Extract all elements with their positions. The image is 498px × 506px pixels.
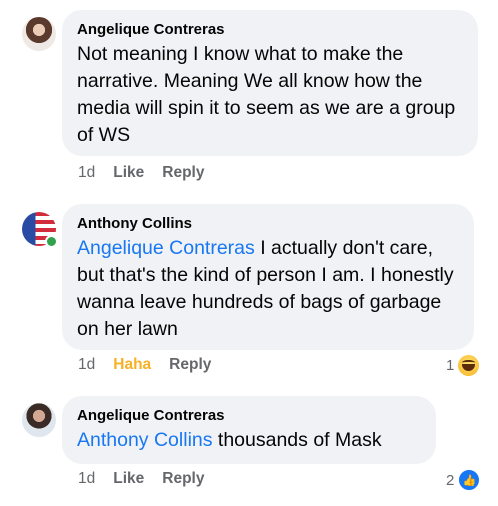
comment-text: Not meaning I know what to make the narr… <box>77 43 456 146</box>
comment-bubble: Anthony Collins Angelique Contreras I ac… <box>62 204 474 350</box>
reply-button[interactable]: Reply <box>162 164 204 182</box>
reaction-count: 2 <box>446 471 455 489</box>
avatar[interactable] <box>22 17 56 51</box>
comment-text: Anthony Collins thousands of Mask <box>77 427 422 454</box>
avatar[interactable] <box>22 403 56 437</box>
comment-author[interactable]: Angelique Contreras <box>77 20 464 40</box>
reply-button[interactable]: Reply <box>162 470 204 488</box>
comment-actions: 1d Like Reply <box>78 470 204 488</box>
comment-actions: 1d Like Reply <box>78 164 204 182</box>
reaction-summary[interactable]: 2 👍 <box>446 469 481 491</box>
comment-timestamp[interactable]: 1d <box>78 356 95 374</box>
mention-link[interactable]: Anthony Collins <box>77 429 213 451</box>
online-status-icon <box>45 235 58 248</box>
comment-body: thousands of Mask <box>212 429 382 451</box>
reply-button[interactable]: Reply <box>169 356 211 374</box>
mention-link[interactable]: Angelique Contreras <box>77 237 255 259</box>
like-thumb-icon: 👍 <box>458 469 481 491</box>
comment-author[interactable]: Anthony Collins <box>77 214 460 234</box>
comment-author[interactable]: Angelique Contreras <box>77 406 422 426</box>
comment-actions: 1d Haha Reply <box>78 356 211 374</box>
comment-bubble: Angelique Contreras Not meaning I know w… <box>62 10 478 156</box>
comment-bubble: Angelique Contreras Anthony Collins thou… <box>62 396 436 464</box>
like-button[interactable]: Like <box>113 164 144 182</box>
haha-reaction-button[interactable]: Haha <box>113 356 151 374</box>
like-button[interactable]: Like <box>113 470 144 488</box>
reaction-summary[interactable]: 1 <box>446 355 480 376</box>
haha-emoji-icon <box>458 355 480 376</box>
comment-text: Angelique Contreras I actually don't car… <box>77 235 460 343</box>
comment-timestamp[interactable]: 1d <box>78 164 95 182</box>
comment-timestamp[interactable]: 1d <box>78 470 95 488</box>
reaction-count: 1 <box>446 357 455 374</box>
